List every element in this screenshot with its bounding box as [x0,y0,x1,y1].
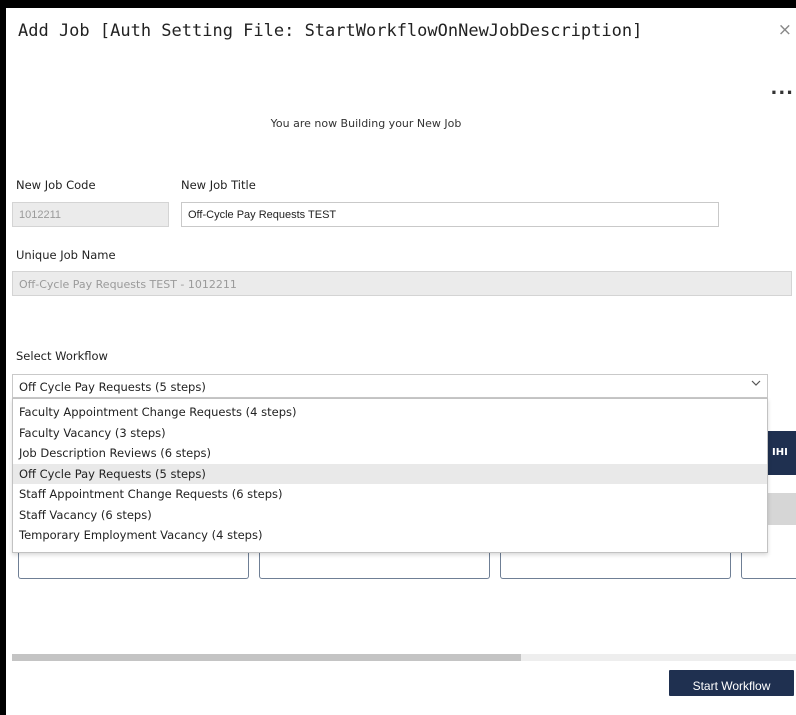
workflow-option[interactable]: Staff Appointment Change Requests (6 ste… [13,484,767,505]
horizontal-scrollbar-thumb[interactable] [12,654,521,661]
workflow-option[interactable]: Faculty Vacancy (3 steps) [13,423,767,444]
chevron-down-icon[interactable] [751,378,761,391]
dialog-title: Add Job [Auth Setting File: StartWorkflo… [18,21,643,41]
workflow-dropdown-list: Faculty Appointment Change Requests (4 s… [12,398,768,553]
unique-name-field: Off-Cycle Pay Requests TEST - 1012211 [12,271,792,296]
job-title-label: New Job Title [181,178,256,192]
workflow-select-value: Off Cycle Pay Requests (5 steps) [19,380,206,394]
add-job-dialog: Add Job [Auth Setting File: StartWorkflo… [6,8,796,715]
close-icon[interactable]: × [778,20,792,40]
unique-name-label: Unique Job Name [16,248,116,262]
workflow-select[interactable]: Off Cycle Pay Requests (5 steps) [12,374,768,398]
job-code-label: New Job Code [16,178,96,192]
job-code-field: 1012211 [12,202,169,227]
workflow-option[interactable]: Staff Vacancy (6 steps) [13,505,767,526]
dialog-subtitle: You are now Building your New Job [270,117,462,130]
more-options-icon[interactable]: ... [770,78,794,99]
workflow-option[interactable]: Faculty Appointment Change Requests (4 s… [13,402,767,423]
workflow-option[interactable]: Job Description Reviews (6 steps) [13,443,767,464]
step-header-partial-text: IHI [772,447,788,458]
job-title-field[interactable]: Off-Cycle Pay Requests TEST [181,202,719,227]
workflow-option-selected[interactable]: Off Cycle Pay Requests (5 steps) [13,463,767,484]
workflow-option[interactable]: Temporary Employment Vacancy (4 steps) [13,525,767,546]
select-workflow-label: Select Workflow [16,349,108,363]
start-workflow-button[interactable]: Start Workflow [669,670,794,696]
